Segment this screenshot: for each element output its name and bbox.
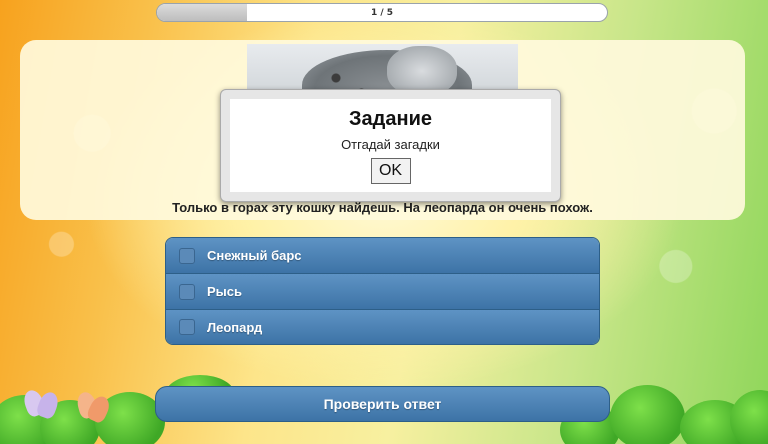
check-answer-button[interactable]: Проверить ответ (155, 386, 610, 422)
answer-option-label: Снежный барс (207, 248, 302, 263)
answer-checkbox[interactable] (179, 319, 195, 335)
answer-checkbox[interactable] (179, 283, 195, 300)
answer-checkbox[interactable] (179, 247, 195, 264)
answer-option-leopard[interactable]: Леопард (166, 310, 599, 344)
dialog-title: Задание (349, 108, 432, 130)
answer-option-snow-leopard[interactable]: Снежный барс (166, 238, 599, 274)
question-text: Только в горах эту кошку найдешь. На лео… (172, 200, 593, 215)
answer-option-label: Леопард (207, 319, 263, 335)
answer-option-label: Рысь (207, 284, 242, 299)
task-dialog-body: Задание Отгадай загадки OK (230, 99, 551, 192)
ok-button[interactable]: OK (370, 158, 411, 184)
dialog-message: Отгадай загадки (341, 137, 440, 152)
task-dialog: Задание Отгадай загадки OK (220, 89, 561, 202)
progress-bar: 1 / 5 (156, 3, 608, 22)
bush-decoration (610, 385, 685, 444)
answer-options: Снежный барс Рысь Леопард (165, 237, 600, 345)
answer-option-lynx[interactable]: Рысь (166, 274, 599, 310)
bush-decoration (730, 390, 768, 444)
progress-label: 1 / 5 (370, 8, 394, 18)
